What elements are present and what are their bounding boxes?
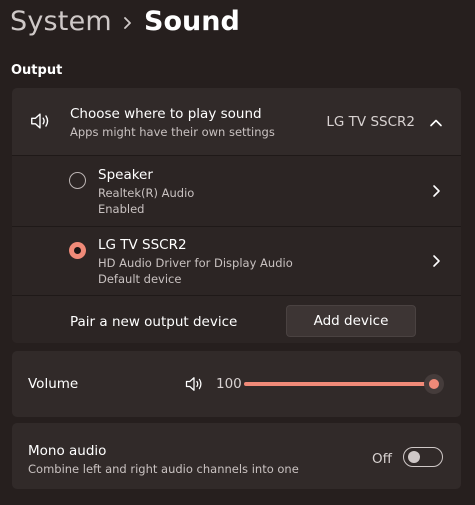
mono-audio-toggle[interactable] <box>403 447 443 467</box>
speaker-icon[interactable] <box>183 374 205 394</box>
volume-value: 100 <box>216 376 242 392</box>
output-section-title: Output <box>11 63 63 78</box>
add-device-button[interactable]: Add device <box>286 305 416 337</box>
mono-audio-title: Mono audio <box>28 443 107 459</box>
volume-slider[interactable] <box>244 374 444 394</box>
volume-slider-track <box>244 382 434 386</box>
chevron-right-icon <box>433 255 440 267</box>
pair-device-label: Pair a new output device <box>70 314 238 330</box>
speaker-icon <box>31 113 49 129</box>
mono-audio-subtitle: Combine left and right audio channels in… <box>28 462 299 476</box>
device-row-speaker[interactable]: Speaker Realtek(R) Audio Enabled <box>12 156 461 226</box>
device-name: LG TV SSCR2 <box>98 237 187 253</box>
choose-output-title: Choose where to play sound <box>70 106 262 122</box>
device-row-lg-tv[interactable]: LG TV SSCR2 HD Audio Driver for Display … <box>12 227 461 295</box>
pair-device-row: Pair a new output device Add device <box>12 296 461 343</box>
toggle-knob <box>408 450 420 463</box>
breadcrumb-system[interactable]: System <box>10 6 112 37</box>
chevron-right-icon <box>433 185 440 197</box>
device-name: Speaker <box>98 167 153 183</box>
chevron-right-icon <box>124 17 131 29</box>
device-driver: HD Audio Driver for Display Audio <box>98 256 293 270</box>
page-title: Sound <box>144 6 240 37</box>
device-driver: Realtek(R) Audio <box>98 186 195 200</box>
device-status: Default device <box>98 272 182 286</box>
mono-audio-card: Mono audio Combine left and right audio … <box>12 423 461 489</box>
volume-label: Volume <box>28 376 79 392</box>
speaker-radio[interactable] <box>69 172 86 189</box>
lg-tv-radio[interactable] <box>69 242 86 259</box>
volume-slider-thumb[interactable] <box>424 374 444 394</box>
volume-card: Volume 100 <box>12 351 461 417</box>
choose-output-subtitle: Apps might have their own settings <box>70 125 275 139</box>
device-status: Enabled <box>98 202 145 216</box>
choose-output-header[interactable]: Choose where to play sound Apps might ha… <box>12 88 461 155</box>
output-card: Choose where to play sound Apps might ha… <box>12 88 461 343</box>
chevron-up-icon <box>430 119 442 127</box>
selected-device-value: LG TV SSCR2 <box>326 114 415 130</box>
mono-audio-state: Off <box>372 451 392 467</box>
